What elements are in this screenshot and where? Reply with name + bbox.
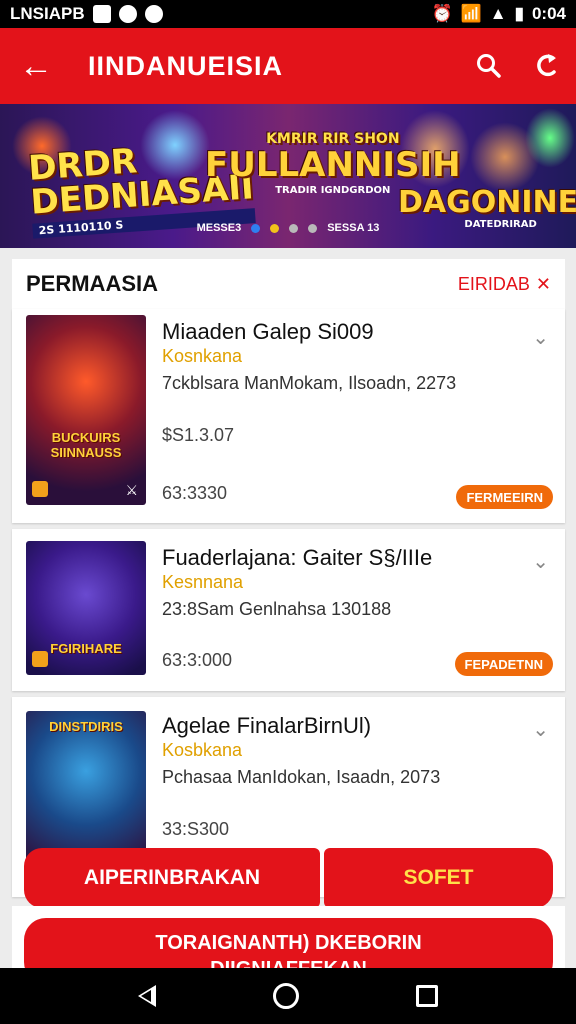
search-icon[interactable]	[460, 28, 518, 104]
game-thumbnail: FGIRIHARE	[26, 541, 146, 675]
chevron-down-icon[interactable]: ⌄	[532, 549, 549, 574]
wifi-icon: 📶	[460, 4, 482, 23]
section-header: PERMAASIA EIRIDAB ✕	[12, 259, 565, 309]
banner-title-3-text: DAGONINEH	[398, 185, 576, 220]
signal-icon: ▲	[489, 4, 507, 23]
item-title: Agelae FinalarBirnUl)	[162, 713, 372, 738]
game-thumbnail: BUCKUIRS SIINNAUSS ⚔	[26, 315, 146, 505]
thumbnail-title: FGIRIHARE	[50, 641, 122, 656]
banner-title-2-main: FULLANNISIH	[205, 145, 461, 186]
chevron-down-icon[interactable]: ⌄	[532, 325, 549, 350]
pager-dot-1[interactable]	[251, 223, 261, 233]
image-icon	[92, 5, 111, 23]
item-price: $S1.3.07	[162, 425, 235, 445]
hero-character-5	[525, 108, 575, 168]
item-meta: 23:8Sam Genlnahsa 130188	[162, 599, 392, 619]
thumbnail-title: BUCKUIRS SIINNAUSS	[50, 430, 122, 460]
close-icon[interactable]: ✕	[536, 274, 551, 295]
status-bar: LNSIAPB ⏰ 📶 ▲ ▮ 0:04	[0, 0, 576, 28]
pager-dot-3[interactable]	[289, 223, 299, 233]
status-tag[interactable]: FERMEEIRN	[456, 485, 553, 509]
chevron-down-icon[interactable]: ⌄	[532, 717, 549, 742]
item-meta: Pchasaa ManIdokan, Isaadn, 2073	[162, 767, 441, 787]
item-meta: 7ckblsara ManMokam, Ilsoadn, 2273	[162, 373, 457, 393]
list-item[interactable]: FGIRIHARE Fuaderlajana: Gaiter S§/IIIe K…	[12, 529, 565, 691]
bottom-action-line-1: TORAIGNANTH) DKEBORIN	[155, 932, 422, 954]
location-icon	[144, 5, 163, 23]
thumbnail-title: DINSTDIRIS	[49, 719, 123, 734]
shield-icon	[118, 5, 137, 23]
crossed-swords-icon: ⚔	[125, 482, 138, 498]
promo-banner[interactable]: DRDR DEDNIASAII 2S 1110110 S KMRIR RIR S…	[0, 104, 576, 248]
nav-back-icon[interactable]	[138, 985, 157, 1007]
pager-label-right: SESSA 13	[327, 222, 380, 234]
carrier-label: LNSIAPB	[10, 4, 85, 23]
clock: 0:04	[531, 4, 566, 23]
back-arrow-icon[interactable]: ←	[0, 28, 72, 104]
item-time: 33:S300	[162, 819, 230, 839]
item-subtitle: Kosnkana	[162, 346, 243, 366]
item-time: 63:3:000	[162, 650, 233, 670]
item-title: Fuaderlajana: Gaiter S§/IIIe	[162, 545, 433, 570]
app-title: IINDANUEISIA	[88, 50, 284, 81]
nav-home-icon[interactable]	[272, 983, 299, 1009]
primary-action-button[interactable]: AIPERINBRAKAN	[24, 848, 320, 908]
status-tag[interactable]: FEPADETNN	[454, 652, 553, 676]
item-title: Miaaden Galep Si009	[162, 319, 374, 344]
alarm-icon: ⏰	[431, 4, 453, 23]
secondary-action-button[interactable]: SOFET	[324, 848, 553, 908]
pager-label-left: MESSE3	[196, 222, 242, 234]
pager-dot-4[interactable]	[308, 223, 318, 233]
pager-dot-2[interactable]	[270, 223, 280, 233]
section-title: PERMAASIA	[26, 271, 159, 296]
nav-recents-icon[interactable]	[415, 985, 438, 1007]
item-subtitle: Kesnnana	[162, 572, 244, 592]
system-nav-bar	[0, 968, 576, 1024]
battery-icon: ▮	[514, 4, 524, 23]
item-subtitle: Kosbkana	[162, 740, 243, 760]
edit-link[interactable]: EIRIDAB ✕	[458, 274, 551, 295]
list-item[interactable]: BUCKUIRS SIINNAUSS ⚔ Miaaden Galep Si009…	[12, 309, 565, 523]
edit-label: EIRIDAB	[457, 273, 530, 294]
app-badge-icon	[32, 481, 48, 497]
app-badge-icon	[32, 651, 48, 667]
game-thumbnail: DINSTDIRIS	[26, 711, 146, 861]
item-time: 63:3330	[162, 483, 228, 503]
refresh-icon[interactable]	[518, 28, 576, 104]
app-bar: ← IINDANUEISIA	[0, 28, 576, 104]
banner-pager: MESSE3 SESSA 13	[0, 222, 576, 234]
action-button-row: AIPERINBRAKAN SOFET	[24, 848, 553, 908]
